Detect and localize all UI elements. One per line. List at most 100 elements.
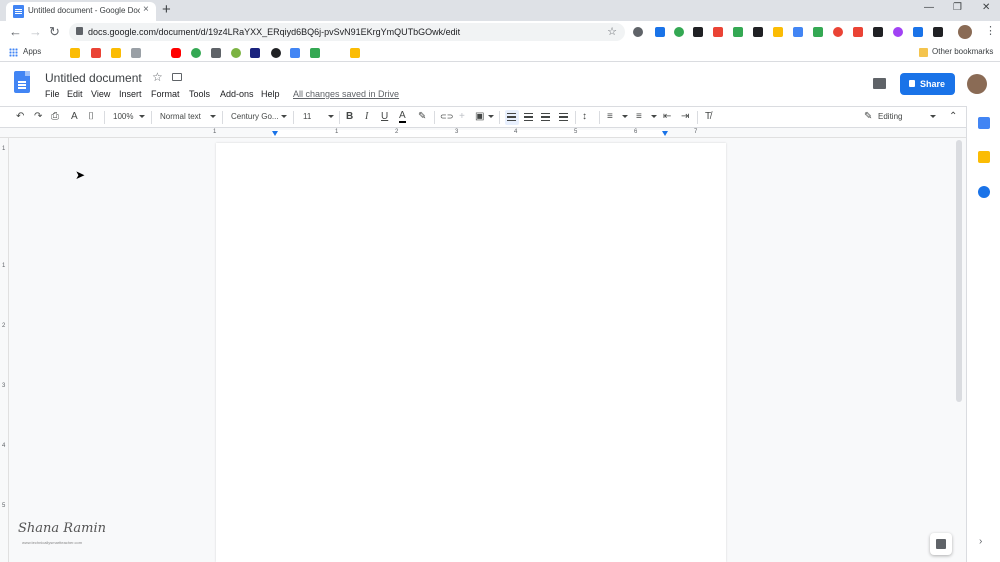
- extension-infinity-icon[interactable]: [853, 27, 863, 37]
- tasks-icon[interactable]: [978, 186, 990, 198]
- menu-view[interactable]: View: [91, 89, 110, 99]
- extension-shield-icon[interactable]: [753, 27, 763, 37]
- bookmark-chart-icon[interactable]: [310, 48, 320, 58]
- docs-logo-icon[interactable]: [14, 71, 30, 93]
- document-title[interactable]: Untitled document: [45, 71, 142, 85]
- text-color-icon[interactable]: A: [399, 111, 406, 123]
- extension-tower-icon[interactable]: [913, 27, 923, 37]
- extension-screen-icon[interactable]: [693, 27, 703, 37]
- align-right-icon[interactable]: [541, 113, 550, 121]
- tab-close-icon[interactable]: ×: [143, 4, 149, 15]
- expand-side-panel-icon[interactable]: ›: [979, 536, 982, 547]
- restore-button[interactable]: ❐: [953, 2, 962, 13]
- bookmark-drive-icon[interactable]: [70, 48, 80, 58]
- reload-button[interactable]: ↻: [49, 24, 60, 40]
- font-caret-icon[interactable]: [281, 115, 287, 118]
- bookmark-green-icon[interactable]: [191, 48, 201, 58]
- close-window-button[interactable]: ✕: [982, 2, 990, 13]
- font-size-caret-icon[interactable]: [328, 115, 334, 118]
- extension-smile-icon[interactable]: [674, 27, 684, 37]
- bookmark-stack-icon[interactable]: [211, 48, 221, 58]
- browser-tab-active[interactable]: Untitled document - Google Docs ×: [6, 2, 156, 21]
- extension-calendar-icon[interactable]: [793, 27, 803, 37]
- forward-button[interactable]: →: [29, 24, 42, 39]
- undo-icon[interactable]: ↶: [16, 111, 24, 122]
- menu-insert[interactable]: Insert: [119, 89, 142, 99]
- paint-format-icon[interactable]: ⌷: [88, 111, 94, 122]
- extension-drive-icon[interactable]: [773, 27, 783, 37]
- font-select[interactable]: Century Go...: [231, 112, 279, 121]
- bookmark-sail-icon[interactable]: [290, 48, 300, 58]
- decrease-indent-icon[interactable]: ⇤: [663, 111, 671, 122]
- address-bar[interactable]: docs.google.com/document/d/19z4LRaYXX_ER…: [69, 23, 625, 41]
- align-center-icon[interactable]: [524, 113, 533, 121]
- address-url[interactable]: docs.google.com/document/d/19z4LRaYXX_ER…: [88, 27, 460, 37]
- calendar-icon[interactable]: [978, 117, 990, 129]
- bookmark-keep-icon[interactable]: [111, 48, 121, 58]
- numbered-list-icon[interactable]: ≡: [607, 111, 613, 122]
- image-caret-icon[interactable]: [488, 115, 494, 118]
- new-tab-button[interactable]: +: [162, 1, 171, 18]
- font-size-select[interactable]: 11: [303, 112, 311, 121]
- redo-icon[interactable]: ↷: [34, 111, 42, 122]
- clear-formatting-icon[interactable]: T̸: [705, 111, 711, 122]
- zoom-select[interactable]: 100%: [113, 112, 133, 121]
- apps-grid-icon[interactable]: [9, 48, 18, 57]
- bookmark-folder-icon[interactable]: [350, 48, 360, 58]
- extension-purple-icon[interactable]: [893, 27, 903, 37]
- back-button[interactable]: ←: [9, 24, 22, 39]
- increase-indent-icon[interactable]: ⇥: [681, 111, 689, 122]
- bookmark-gmail-icon[interactable]: [91, 48, 101, 58]
- zoom-caret-icon[interactable]: [139, 115, 145, 118]
- explore-button[interactable]: [930, 533, 952, 555]
- bookmark-badge-icon[interactable]: [250, 48, 260, 58]
- chrome-menu-icon[interactable]: ⋮: [985, 24, 996, 37]
- menu-file[interactable]: File: [45, 89, 60, 99]
- menu-format[interactable]: Format: [151, 89, 180, 99]
- extension-square-icon[interactable]: [813, 27, 823, 37]
- bookmark-youtube-icon[interactable]: [171, 48, 181, 58]
- collapse-menus-icon[interactable]: ⌃: [949, 111, 957, 122]
- apps-bookmark[interactable]: Apps: [23, 47, 41, 56]
- bulleted-list-caret-icon[interactable]: [651, 115, 657, 118]
- italic-icon[interactable]: I: [365, 111, 368, 122]
- bold-icon[interactable]: B: [346, 111, 353, 122]
- menu-edit[interactable]: Edit: [67, 89, 83, 99]
- save-status[interactable]: All changes saved in Drive: [293, 89, 399, 99]
- print-icon[interactable]: ⎙: [51, 111, 59, 122]
- right-indent-marker-icon[interactable]: [662, 131, 668, 136]
- insert-image-icon[interactable]: ▣: [475, 111, 484, 122]
- left-indent-marker-icon[interactable]: [272, 131, 278, 136]
- share-button[interactable]: Share: [900, 73, 955, 95]
- other-bookmarks[interactable]: Other bookmarks: [932, 47, 993, 56]
- insert-comment-icon[interactable]: +: [459, 111, 465, 122]
- vertical-scrollbar[interactable]: [956, 140, 962, 402]
- account-avatar[interactable]: [967, 74, 987, 94]
- menu-add-ons[interactable]: Add-ons: [220, 89, 254, 99]
- highlight-color-icon[interactable]: ✎: [418, 111, 426, 122]
- extension-cursor-icon[interactable]: [873, 27, 883, 37]
- underline-icon[interactable]: U: [381, 111, 388, 122]
- extension-pen-icon[interactable]: [655, 27, 665, 37]
- bookmark-site-icon[interactable]: [131, 48, 141, 58]
- extension-cloud-icon[interactable]: [633, 27, 643, 37]
- extension-hat-icon[interactable]: [933, 27, 943, 37]
- minimize-button[interactable]: —: [924, 2, 934, 13]
- keep-icon[interactable]: [978, 151, 990, 163]
- move-folder-icon[interactable]: [172, 73, 182, 81]
- bookmark-star-icon[interactable]: ☆: [607, 25, 617, 38]
- document-page[interactable]: [216, 143, 726, 562]
- menu-tools[interactable]: Tools: [189, 89, 210, 99]
- style-caret-icon[interactable]: [210, 115, 216, 118]
- horizontal-ruler[interactable]: 1 1 2 3 4 5 6 7: [0, 128, 966, 138]
- insert-link-icon[interactable]: ⊂⊃: [440, 112, 453, 121]
- bookmark-globe-icon[interactable]: [271, 48, 281, 58]
- line-spacing-icon[interactable]: ↕: [582, 111, 587, 122]
- chrome-profile-avatar[interactable]: [958, 25, 972, 39]
- menu-help[interactable]: Help: [261, 89, 280, 99]
- editing-mode-select[interactable]: Editing: [878, 112, 902, 121]
- spellcheck-icon[interactable]: A: [71, 111, 78, 122]
- style-select[interactable]: Normal text: [160, 112, 201, 121]
- align-justify-icon[interactable]: [559, 113, 568, 121]
- bookmark-gear-icon[interactable]: [231, 48, 241, 58]
